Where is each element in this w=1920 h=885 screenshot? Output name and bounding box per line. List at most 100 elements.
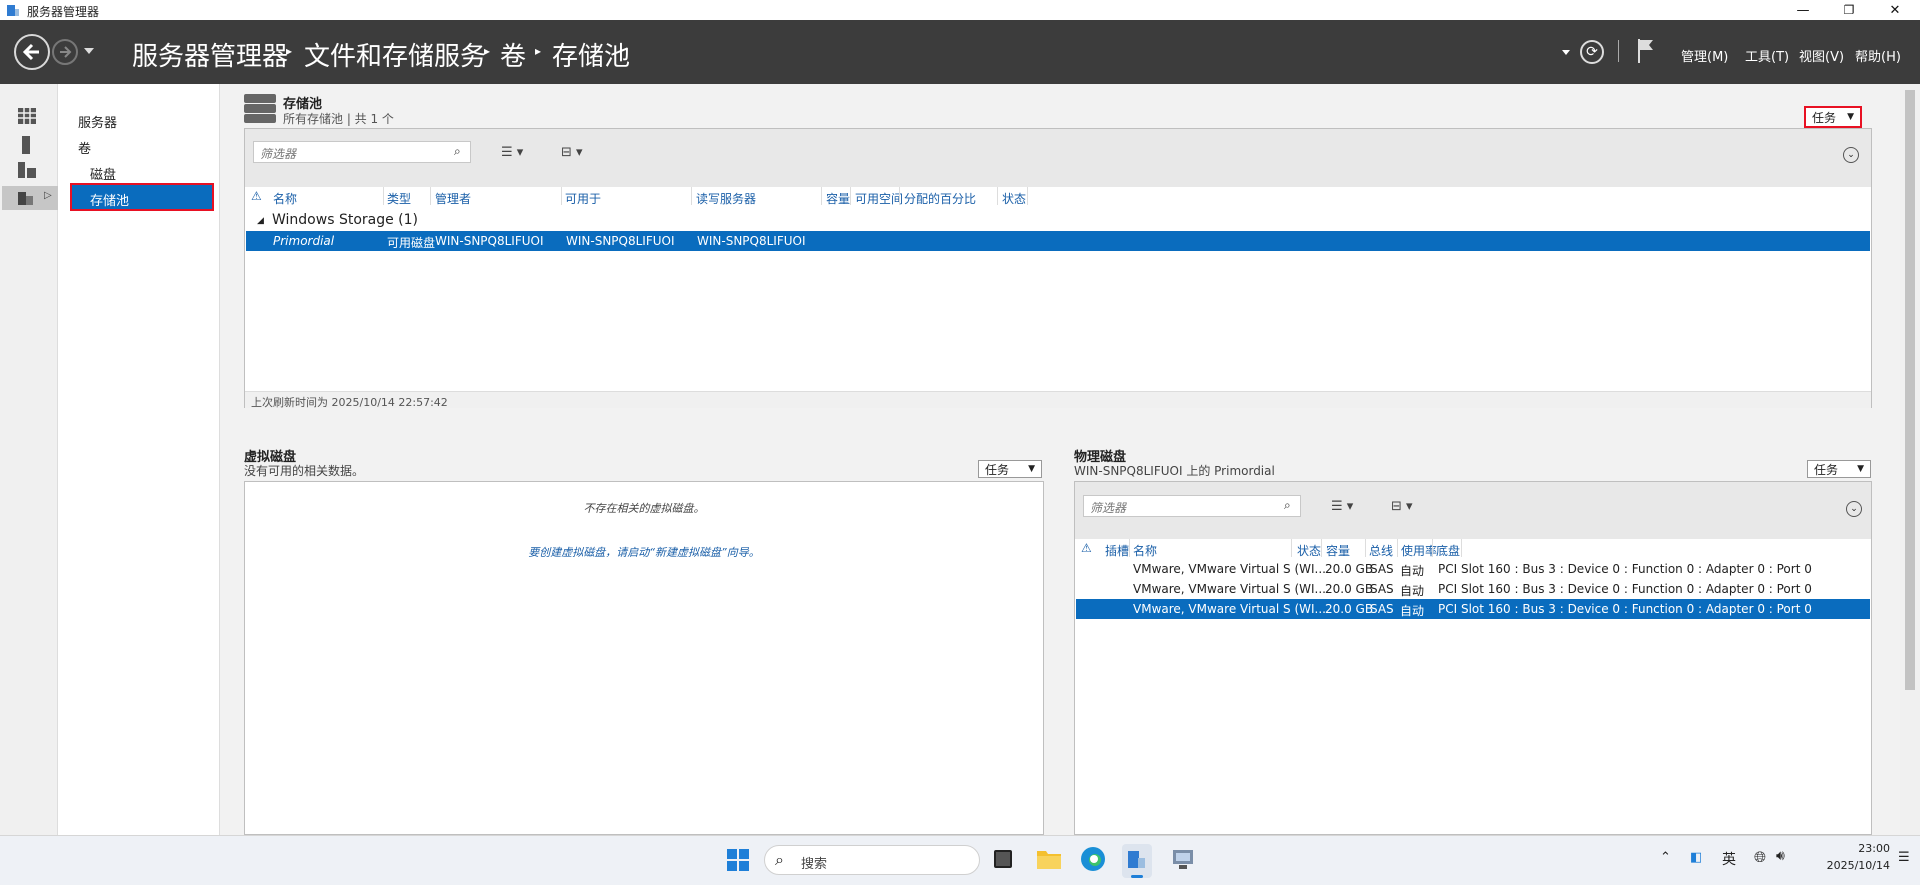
dashboard-icon[interactable] xyxy=(18,108,36,124)
warning-column-icon: ⚠ xyxy=(1081,541,1092,555)
edge-browser-icon[interactable] xyxy=(1080,846,1106,872)
col-bus[interactable]: 总线 xyxy=(1369,542,1393,559)
refresh-icon[interactable]: ⟳ xyxy=(1580,40,1604,64)
new-vdisk-wizard-link[interactable]: 要创建虚拟磁盘，请启动“新建虚拟磁盘”向导。 xyxy=(245,544,1043,560)
taskbar-search-box[interactable]: ⌕ 搜索 xyxy=(764,845,980,875)
cell-capacity: 20.0 GB xyxy=(1325,582,1374,596)
col-percent-allocated[interactable]: 分配的百分比 xyxy=(904,190,976,207)
breadcrumb-separator-icon: ▸ xyxy=(286,44,293,58)
col-type[interactable]: 类型 xyxy=(387,190,411,207)
breadcrumb-file-storage[interactable]: 文件和存储服务 xyxy=(304,36,486,73)
col-status[interactable]: 状态 xyxy=(1297,542,1321,559)
network-app-icon[interactable] xyxy=(1170,846,1196,872)
nav-item-volumes[interactable]: 卷 xyxy=(78,138,91,157)
col-name[interactable]: 名称 xyxy=(1133,542,1157,559)
pools-tasks-button[interactable]: 任务 ▼ xyxy=(1804,106,1862,128)
col-name[interactable]: 名称 xyxy=(273,190,297,207)
windows-start-icon[interactable] xyxy=(726,848,750,872)
list-options-icon[interactable]: ☰ ▾ xyxy=(501,145,523,160)
forward-button[interactable] xyxy=(52,39,78,65)
breadcrumb-volumes[interactable]: 卷 xyxy=(500,36,526,73)
menu-view[interactable]: 视图(V) xyxy=(1799,46,1844,65)
table-row[interactable]: VMware, VMware Virtual S (WI... 20.0 GB … xyxy=(1076,599,1870,619)
collapse-chevron-icon[interactable]: ⌄ xyxy=(1843,147,1859,163)
menu-help[interactable]: 帮助(H) xyxy=(1855,46,1901,65)
group-collapse-icon[interactable]: ◢ xyxy=(257,216,264,226)
breadcrumb-server-manager[interactable]: 服务器管理器 xyxy=(132,36,288,73)
save-query-icon[interactable]: ⊟ ▾ xyxy=(1391,499,1413,514)
menu-manage[interactable]: 管理(M) xyxy=(1681,46,1728,65)
cell-usage: 自动 xyxy=(1400,604,1425,618)
col-available-to[interactable]: 可用于 xyxy=(565,190,601,207)
volume-icon[interactable]: 🔊︎ xyxy=(1776,848,1785,864)
table-row[interactable]: VMware, VMware Virtual S (WI... 20.0 GB … xyxy=(1076,579,1870,599)
menu-tools[interactable]: 工具(T) xyxy=(1745,46,1789,65)
nav-item-servers[interactable]: 服务器 xyxy=(78,112,117,131)
pools-toolbar: 筛选器 ⌕ ☰ ▾ ⊟ ▾ ⌄ xyxy=(245,129,1871,187)
clock-date[interactable]: 2025/10/14 xyxy=(1812,859,1890,872)
minimize-button[interactable]: — xyxy=(1780,0,1826,20)
col-managed-by[interactable]: 管理者 xyxy=(435,190,471,207)
pdisk-tasks-button[interactable]: 任务 ▼ xyxy=(1807,460,1871,478)
left-icon-strip: ▷ xyxy=(0,84,58,835)
col-capacity[interactable]: 容量 xyxy=(1326,542,1350,559)
notifications-flag-icon[interactable] xyxy=(1636,37,1656,65)
list-options-icon[interactable]: ☰ ▾ xyxy=(1331,499,1353,514)
local-server-icon[interactable] xyxy=(22,136,30,154)
globe-icon[interactable]: 🌐︎ xyxy=(1754,848,1766,866)
tasks-dropdown-icon: ▼ xyxy=(1847,112,1854,122)
notification-center-icon[interactable]: ☰ xyxy=(1898,850,1910,865)
file-storage-strip-item[interactable]: ▷ xyxy=(2,186,58,210)
close-button[interactable]: ✕ xyxy=(1872,0,1918,20)
col-sep xyxy=(383,187,384,205)
col-slot[interactable]: 插槽 xyxy=(1105,542,1129,559)
col-sep xyxy=(1365,539,1366,557)
nav-item-storage-pools[interactable]: 存储池 xyxy=(70,183,214,211)
pools-footer: 上次刷新时间为 2025/10/14 22:57:42 xyxy=(245,391,1871,409)
vdisk-empty-text: 不存在相关的虚拟磁盘。 xyxy=(583,502,705,515)
col-capacity[interactable]: 容量 xyxy=(826,190,850,207)
pools-column-header: ⚠ 名称 类型 管理者 可用于 读写服务器 容量 可用空间 分配的百分比 状态 xyxy=(245,187,1871,207)
nav-item-disks[interactable]: 磁盘 xyxy=(90,164,116,183)
back-button[interactable] xyxy=(14,34,50,70)
col-sep xyxy=(1397,539,1398,557)
col-rw-server[interactable]: 读写服务器 xyxy=(696,190,756,207)
scrollbar-thumb[interactable] xyxy=(1905,90,1915,690)
vertical-scrollbar[interactable] xyxy=(1900,84,1920,835)
header-dropdown-icon[interactable] xyxy=(1562,50,1570,55)
tasks-label: 任务 xyxy=(985,462,1010,477)
search-icon: ⌕ xyxy=(454,144,461,158)
show-hidden-icons-chevron[interactable]: ⌃ xyxy=(1660,850,1671,865)
task-view-icon[interactable] xyxy=(994,850,1012,868)
group-header[interactable]: Windows Storage (1) xyxy=(272,212,418,228)
collapse-chevron-icon[interactable]: ⌄ xyxy=(1846,501,1862,517)
col-sep xyxy=(430,187,431,205)
filter-placeholder: 筛选器 xyxy=(1090,501,1127,515)
warning-column-icon: ⚠ xyxy=(251,189,262,203)
expand-arrow-icon: ▷ xyxy=(44,190,52,201)
cell-chassis: PCI Slot 160 : Bus 3 : Device 0 : Functi… xyxy=(1438,582,1812,596)
table-row[interactable]: VMware, VMware Virtual S (WI... 20.0 GB … xyxy=(1076,559,1870,579)
col-status[interactable]: 状态 xyxy=(1002,190,1026,207)
tasks-label: 任务 xyxy=(1814,462,1839,477)
file-explorer-icon[interactable] xyxy=(1036,847,1062,871)
tasks-dropdown-icon: ▼ xyxy=(1857,464,1864,474)
network-tray-icon[interactable]: ◧ xyxy=(1690,850,1702,865)
history-dropdown-icon[interactable] xyxy=(84,48,94,54)
header-divider xyxy=(1618,40,1619,62)
input-language-indicator[interactable]: 英 xyxy=(1722,849,1736,869)
breadcrumb-separator-icon: ▸ xyxy=(484,44,491,58)
maximize-button[interactable]: ❐ xyxy=(1826,0,1872,20)
pools-filter-input[interactable]: 筛选器 ⌕ xyxy=(253,141,471,163)
cell-managed-by: WIN-SNPQ8LIFUOI xyxy=(435,234,544,248)
server-manager-taskbar-button[interactable] xyxy=(1122,844,1152,878)
nav-panel: 服务器 卷 磁盘 存储池 xyxy=(58,84,220,835)
vdisk-tasks-button[interactable]: 任务 ▼ xyxy=(978,460,1042,478)
save-query-icon[interactable]: ⊟ ▾ xyxy=(561,145,583,160)
all-servers-icon[interactable] xyxy=(18,162,36,178)
pdisk-filter-input[interactable]: 筛选器 ⌕ xyxy=(1083,495,1301,517)
col-chassis[interactable]: 底盘 xyxy=(1436,542,1460,559)
table-row[interactable]: Primordial 可用磁盘 WIN-SNPQ8LIFUOI WIN-SNPQ… xyxy=(246,231,1870,251)
clock-time[interactable]: 23:00 xyxy=(1840,842,1890,855)
col-free-space[interactable]: 可用空间 xyxy=(855,190,903,207)
